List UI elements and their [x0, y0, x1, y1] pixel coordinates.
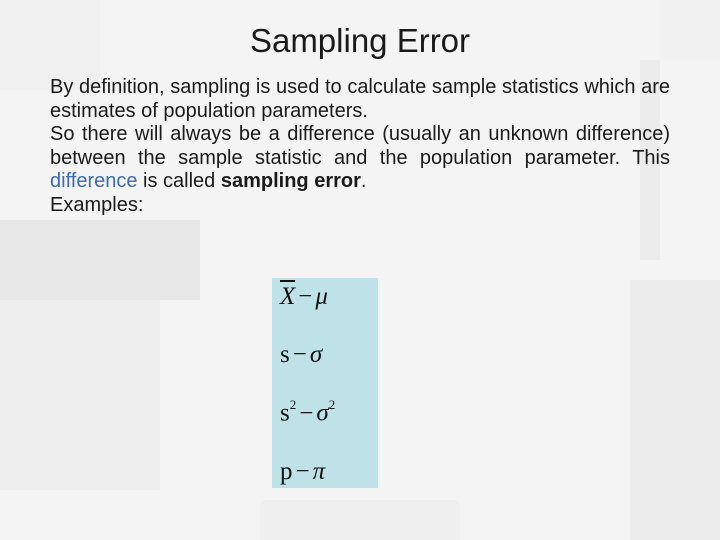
- pi-symbol: π: [313, 458, 326, 485]
- minus-sign: −: [290, 341, 310, 368]
- formula-s2-minus-sigma2: s2−σ2: [280, 400, 370, 425]
- bg-block: [260, 500, 460, 540]
- minus-sign: −: [293, 458, 313, 485]
- sampling-error-term: sampling error: [221, 170, 361, 192]
- bg-block: [630, 280, 720, 540]
- paragraph-2-part-c: .: [361, 170, 367, 192]
- formula-s-minus-sigma: s−σ: [280, 342, 370, 367]
- formula-p-minus-pi: p−π: [280, 459, 370, 484]
- paragraph-2-part-a: So there will always be a difference (us…: [50, 123, 670, 169]
- p-symbol: p: [280, 458, 293, 485]
- body-text: By definition, sampling is used to calcu…: [50, 76, 670, 218]
- slide: Sampling Error By definition, sampling i…: [0, 0, 720, 540]
- minus-sign: −: [295, 283, 315, 310]
- exponent-2: 2: [329, 397, 336, 412]
- sigma-symbol: σ: [310, 341, 322, 368]
- sigma-symbol: σ: [316, 400, 328, 427]
- difference-link[interactable]: difference: [50, 170, 137, 192]
- minus-sign: −: [296, 400, 316, 427]
- bg-block: [0, 220, 200, 300]
- slide-title: Sampling Error: [0, 22, 720, 60]
- bg-block: [0, 300, 160, 490]
- s-symbol: s: [280, 341, 290, 368]
- formula-box: X−μ s−σ s2−σ2 p−π: [272, 278, 378, 488]
- examples-label: Examples:: [50, 194, 143, 216]
- paragraph-1: By definition, sampling is used to calcu…: [50, 76, 670, 122]
- s-symbol: s: [280, 400, 290, 427]
- formula-xbar-minus-mu: X−μ: [280, 284, 370, 309]
- mu-symbol: μ: [315, 283, 328, 310]
- x-bar-symbol: X: [280, 284, 295, 309]
- exponent-2: 2: [290, 397, 297, 412]
- paragraph-2-part-b: is called: [137, 170, 220, 192]
